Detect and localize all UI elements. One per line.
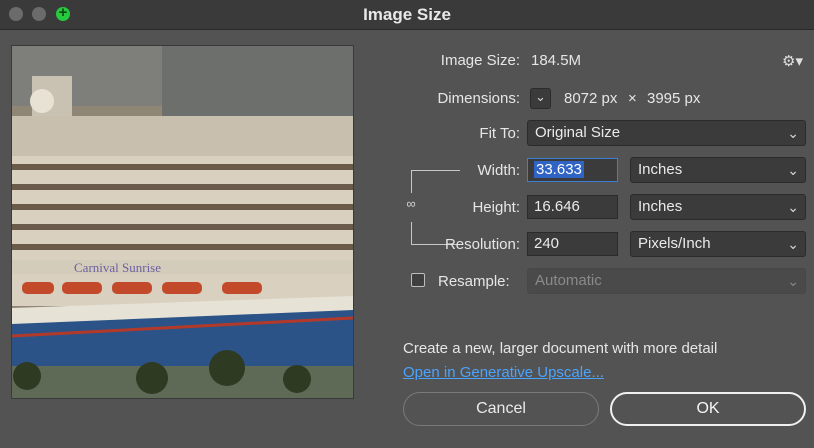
fit-to-select[interactable]: Original Size ⌄ <box>527 120 806 146</box>
fit-to-value: Original Size <box>535 124 621 141</box>
cancel-button[interactable]: Cancel <box>403 392 599 426</box>
height-unit-select[interactable]: Inches ⌄ <box>630 194 806 220</box>
resolution-value: 240 <box>534 235 560 252</box>
generative-upscale-link[interactable]: Open in Generative Upscale... <box>403 364 604 381</box>
resolution-input[interactable]: 240 <box>527 232 618 256</box>
chevron-down-icon: ⌄ <box>787 199 799 215</box>
image-preview[interactable]: Carnival Sunrise <box>11 45 354 399</box>
dimensions-height-value: 3995 px <box>647 90 701 107</box>
resample-method-select[interactable]: Automatic ⌄ <box>527 268 806 294</box>
chevron-down-icon: ⌄ <box>787 273 799 289</box>
ship-name-text: Carnival Sunrise <box>74 260 161 275</box>
height-input[interactable]: 16.646 <box>527 195 618 219</box>
title-bar: + Image Size <box>0 0 814 30</box>
ship-preview-image: Carnival Sunrise <box>12 46 353 398</box>
width-value: 33.633 <box>534 161 584 178</box>
resolution-unit-value: Pixels/Inch <box>638 235 711 252</box>
height-value: 16.646 <box>534 198 580 215</box>
resolution-unit-select[interactable]: Pixels/Inch ⌄ <box>630 231 806 257</box>
window-title: Image Size <box>363 5 451 24</box>
width-input[interactable]: 33.633 <box>527 158 618 182</box>
gear-icon[interactable]: ⚙▾ <box>782 52 803 70</box>
height-unit-value: Inches <box>638 198 683 215</box>
chevron-down-icon: ⌄ <box>535 89 546 104</box>
chevron-down-icon: ⌄ <box>787 236 799 252</box>
resample-label: Resample: <box>438 273 510 290</box>
dimensions-times: × <box>628 90 637 107</box>
height-label: Height: <box>472 199 520 216</box>
image-size-value: 184.5M <box>531 52 582 69</box>
resolution-label: Resolution: <box>444 236 520 253</box>
fit-to-label: Fit To: <box>479 125 520 142</box>
chevron-down-icon: ⌄ <box>787 162 799 178</box>
ok-button[interactable]: OK <box>610 392 806 426</box>
upscale-message: Create a new, larger document with more … <box>403 340 718 357</box>
dimensions-label: Dimensions: <box>437 90 520 107</box>
chevron-down-icon: ⌄ <box>787 125 799 141</box>
dimensions-unit-dropdown[interactable]: ⌄ <box>530 88 551 109</box>
dimensions-width-value: 8072 px <box>564 90 618 107</box>
width-unit-value: Inches <box>638 161 683 178</box>
width-unit-select[interactable]: Inches ⌄ <box>630 157 806 183</box>
resample-method-value: Automatic <box>535 272 602 289</box>
link-icon[interactable]: ∞ <box>402 196 420 218</box>
width-label: Width: <box>477 162 520 179</box>
resample-checkbox[interactable] <box>411 273 425 287</box>
image-size-label: Image Size: <box>440 52 520 69</box>
